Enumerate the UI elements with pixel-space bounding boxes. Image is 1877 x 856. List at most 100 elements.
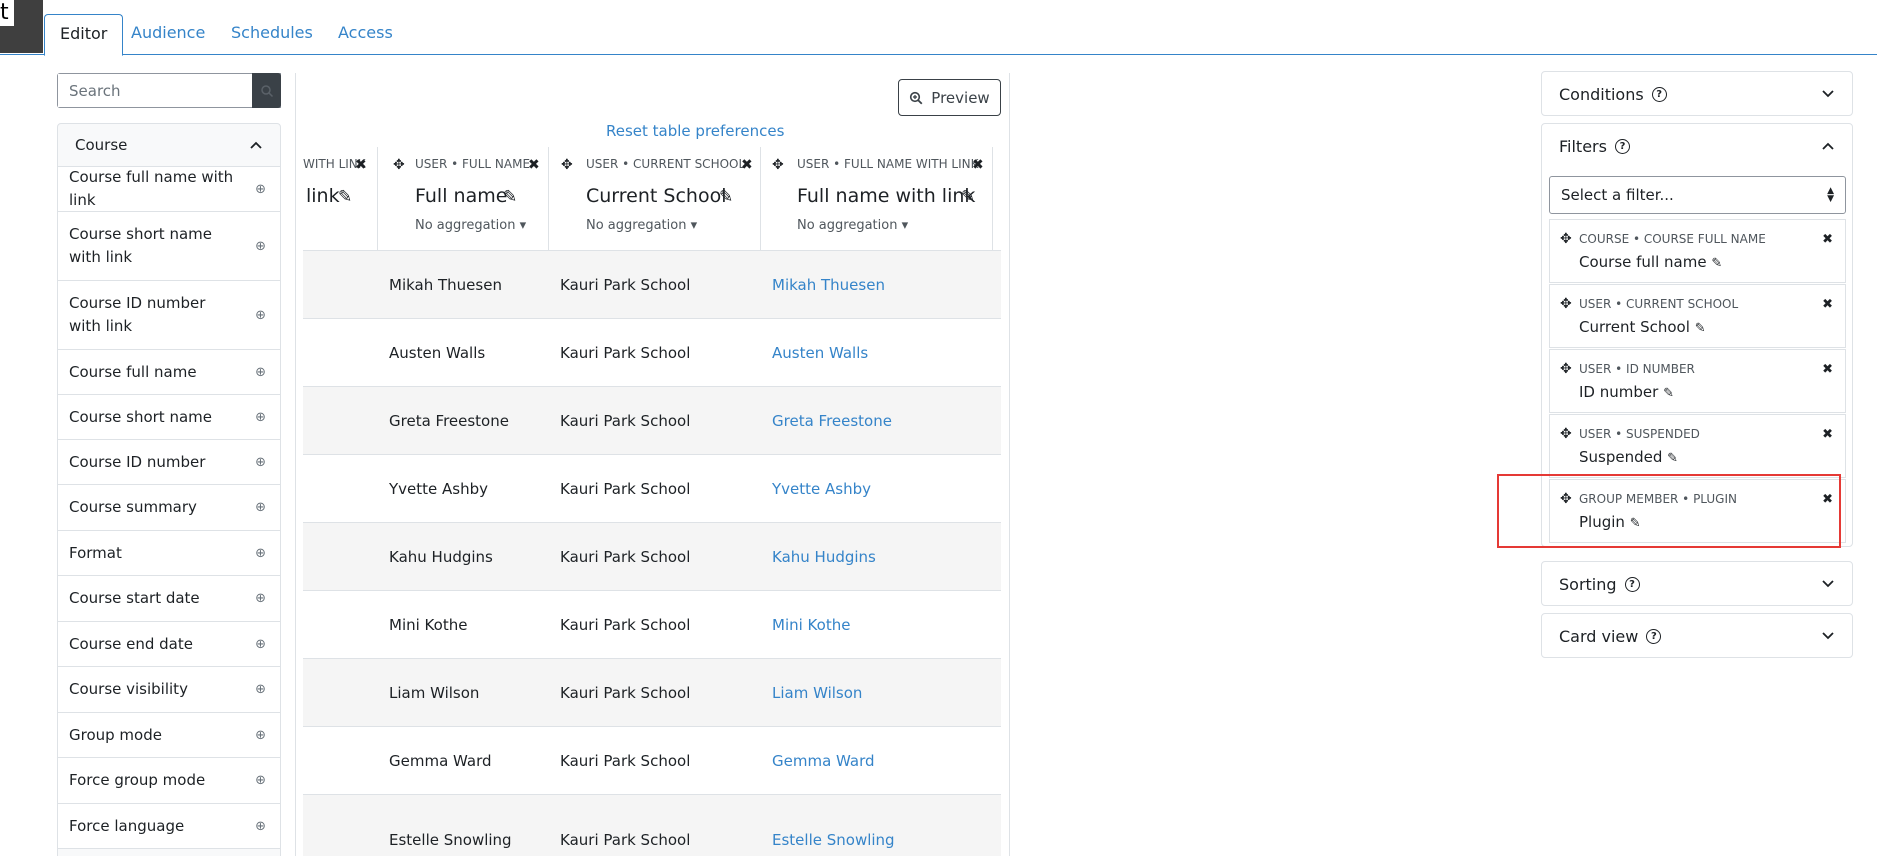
add-circle-icon: ⊕: [255, 591, 266, 606]
field-item-course-summary[interactable]: Course summary ⊕: [58, 485, 280, 531]
add-circle-icon: ⊕: [255, 454, 266, 470]
move-icon[interactable]: ✥: [393, 157, 405, 173]
field-item-course-full-name-with-link[interactable]: Course full name with link ⊕: [58, 167, 280, 212]
card-view-header[interactable]: Card view?: [1542, 614, 1852, 658]
filter-name-text: ID number: [1579, 383, 1659, 401]
table-row: Mikah Thuesen Kauri Park School Mikah Th…: [303, 251, 1001, 319]
add-circle-icon: ⊕: [255, 500, 266, 515]
cell-school: Kauri Park School: [560, 411, 691, 430]
table-row: Kahu Hudgins Kauri Park School Kahu Hudg…: [303, 523, 1001, 591]
pencil-icon[interactable]: ✎: [719, 187, 733, 207]
move-icon[interactable]: ✥: [1560, 426, 1572, 442]
move-icon[interactable]: ✥: [1560, 231, 1572, 247]
filter-name: ID number ✎: [1579, 383, 1674, 401]
reset-table-preferences-link[interactable]: Reset table preferences: [606, 122, 784, 140]
chevron-down-icon: [1822, 580, 1834, 588]
filter-category: USER • CURRENT SCHOOL: [1579, 297, 1739, 311]
sorting-header[interactable]: Sorting?: [1542, 562, 1852, 606]
aggregation-dropdown[interactable]: No aggregation ▾: [415, 218, 526, 233]
search-input[interactable]: [58, 74, 253, 107]
caret-down-icon: ▾: [519, 218, 527, 233]
cell-full-name: Yvette Ashby: [389, 479, 489, 498]
field-item-force-group-mode[interactable]: Force group mode ⊕: [58, 758, 280, 804]
pencil-icon[interactable]: ✎: [1663, 386, 1674, 401]
cell-full-name-link[interactable]: Liam Wilson: [772, 684, 862, 702]
zoom-in-icon: [910, 91, 923, 104]
chevron-down-icon: [1822, 90, 1834, 98]
pencil-icon[interactable]: ✎: [1667, 451, 1678, 466]
field-item-course-end-date[interactable]: Course end date ⊕: [58, 622, 280, 667]
column-header: WITH LINK ✖ link ✎: [303, 147, 378, 250]
cell-full-name-link[interactable]: Mini Kothe: [772, 616, 850, 634]
tab-schedules[interactable]: Schedules: [216, 14, 328, 55]
field-item-force-language[interactable]: Force language ⊕: [58, 804, 280, 849]
table-row: Gemma Ward Kauri Park School Gemma Ward: [303, 727, 1001, 795]
move-icon[interactable]: ✥: [561, 157, 573, 173]
remove-column-icon[interactable]: ✖: [741, 157, 753, 173]
add-circle-icon: ⊕: [255, 682, 266, 697]
cell-school: Kauri Park School: [560, 343, 691, 362]
field-item-course-id-number[interactable]: Course ID number ⊕: [58, 440, 280, 485]
cell-full-name: Gemma Ward: [389, 751, 492, 770]
move-icon[interactable]: ✥: [1560, 296, 1572, 312]
field-item-course-id-number-with-link[interactable]: Course ID number with link ⊕: [58, 281, 280, 350]
tab-editor[interactable]: Editor: [44, 14, 124, 56]
sorting-card: Sorting?: [1541, 561, 1853, 606]
move-icon[interactable]: ✥: [1560, 361, 1572, 377]
column-header: ✥ USER • CURRENT SCHOOL ✖ Current School…: [549, 147, 761, 250]
card-view-card: Card view?: [1541, 613, 1853, 658]
remove-column-icon[interactable]: ✖: [355, 157, 367, 173]
field-item-group-mode[interactable]: Group mode ⊕: [58, 713, 280, 758]
help-icon[interactable]: ?: [1651, 86, 1667, 102]
conditions-header[interactable]: Conditions?: [1542, 72, 1852, 116]
field-item-course-start-date[interactable]: Course start date ⊕: [58, 576, 280, 622]
help-icon[interactable]: ?: [1614, 138, 1630, 154]
search-button[interactable]: [252, 73, 281, 108]
field-label: Course end date: [69, 634, 193, 653]
cell-full-name-link[interactable]: Yvette Ashby: [772, 480, 871, 498]
filter-name-text: Suspended: [1579, 448, 1663, 466]
move-icon[interactable]: ✥: [772, 157, 784, 173]
pencil-icon[interactable]: ✎: [1711, 256, 1722, 271]
field-item-format[interactable]: Format ⊕: [58, 531, 280, 576]
filters-title: Filters: [1559, 136, 1607, 156]
field-item-course-visibility[interactable]: Course visibility ⊕: [58, 667, 280, 713]
help-icon[interactable]: ?: [1646, 628, 1662, 644]
field-list: Course full name with link ⊕ Course short…: [58, 167, 280, 849]
remove-column-icon[interactable]: ✖: [972, 157, 984, 173]
preview-button[interactable]: Preview: [898, 79, 1001, 116]
field-item-course-short-name[interactable]: Course short name ⊕: [58, 395, 280, 440]
remove-filter-icon[interactable]: ✖: [1822, 297, 1833, 312]
field-item-course-short-name-with-link[interactable]: Course short name with link ⊕: [58, 212, 280, 281]
pencil-icon[interactable]: ✎: [1695, 321, 1706, 336]
remove-column-icon[interactable]: ✖: [528, 157, 540, 173]
tab-audience[interactable]: Audience: [116, 14, 220, 55]
filters-header[interactable]: Filters?: [1542, 124, 1852, 168]
cell-full-name-link[interactable]: Austen Walls: [772, 344, 868, 362]
field-item-course-full-name[interactable]: Course full name ⊕: [58, 350, 280, 395]
select-filter-dropdown[interactable]: Select a filter... ▲ ▼: [1549, 176, 1846, 214]
remove-filter-icon[interactable]: ✖: [1822, 362, 1833, 377]
aggregation-dropdown[interactable]: No aggregation ▾: [797, 218, 908, 233]
tab-access[interactable]: Access: [323, 14, 408, 55]
cell-full-name-link[interactable]: Gemma Ward: [772, 752, 875, 770]
add-circle-icon: ⊕: [255, 307, 266, 323]
pencil-icon[interactable]: ✎: [961, 187, 975, 207]
pencil-icon[interactable]: ✎: [338, 187, 352, 207]
remove-filter-icon[interactable]: ✖: [1822, 427, 1833, 442]
pencil-icon[interactable]: ✎: [503, 187, 517, 207]
cell-full-name-link[interactable]: Mikah Thuesen: [772, 276, 885, 294]
cell-full-name-link[interactable]: Kahu Hudgins: [772, 548, 876, 566]
cell-full-name-link[interactable]: Estelle Snowling: [772, 831, 895, 849]
aggregation-dropdown[interactable]: No aggregation ▾: [586, 218, 697, 233]
aggregation-label: No aggregation: [586, 218, 687, 233]
chevron-up-icon: [1822, 142, 1834, 150]
course-section-header[interactable]: Course: [58, 124, 280, 167]
cell-full-name-link[interactable]: Greta Freestone: [772, 412, 892, 430]
preview-label: Preview: [931, 88, 990, 107]
column-category: USER • FULL NAME WITH LINK: [797, 157, 979, 171]
conditions-card: Conditions?: [1541, 71, 1853, 116]
remove-filter-icon[interactable]: ✖: [1822, 232, 1833, 247]
card-view-title: Card view: [1559, 626, 1639, 646]
help-icon[interactable]: ?: [1624, 576, 1640, 592]
